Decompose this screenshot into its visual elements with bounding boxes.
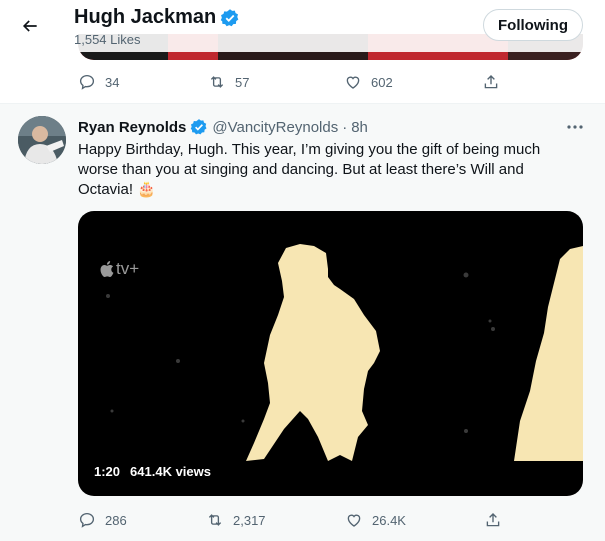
following-button[interactable]: Following <box>483 9 583 41</box>
appletv-watermark: tv+ <box>100 259 139 279</box>
share-icon <box>486 513 500 527</box>
tweet-time[interactable]: 8h <box>351 119 368 136</box>
back-button[interactable] <box>14 10 46 42</box>
verified-badge-icon <box>191 119 207 135</box>
video-duration: 1:20 <box>94 464 121 479</box>
author-name[interactable]: Ryan Reynolds <box>78 119 186 136</box>
retweet-button[interactable]: 57 <box>208 70 344 94</box>
retweet-icon <box>208 514 222 526</box>
video-player[interactable]: tv+ 1:20 641.4K views <box>78 211 583 496</box>
like-icon <box>347 514 361 527</box>
like-icon <box>346 76 360 89</box>
share-button[interactable] <box>482 70 500 94</box>
retweet-count: 2,317 <box>233 512 266 528</box>
more-icon <box>567 125 583 129</box>
like-button[interactable]: 602 <box>344 70 482 94</box>
avatar[interactable] <box>18 116 66 164</box>
more-button[interactable] <box>563 118 587 136</box>
profile-title: Hugh Jackman <box>74 6 240 29</box>
reply-icon <box>79 512 95 528</box>
share-button[interactable] <box>484 508 502 532</box>
tweet-text: Happy Birthday, Hugh. This year, I’m giv… <box>78 141 541 198</box>
dot-separator: · <box>342 118 348 136</box>
reply-button[interactable]: 34 <box>78 70 208 94</box>
author-handle[interactable]: @VancityReynolds <box>212 119 338 136</box>
like-button[interactable]: 26.4K <box>345 508 484 532</box>
reply-icon <box>79 74 95 90</box>
retweet-button[interactable]: 2,317 <box>206 508 345 532</box>
previous-tweet-actions: 34 57 602 <box>78 70 583 94</box>
profile-name: Hugh Jackman <box>74 6 217 28</box>
like-count: 602 <box>371 74 393 90</box>
retweet-count: 57 <box>235 74 250 90</box>
video-views: 641.4K views <box>130 464 211 479</box>
likes-count: 1,554 Likes <box>74 32 141 47</box>
share-icon <box>484 75 498 89</box>
reply-button[interactable]: 286 <box>78 508 206 532</box>
retweet-icon <box>210 76 224 88</box>
tweet-header: Ryan Reynolds @VancityReynolds · 8h <box>78 118 368 136</box>
reply-count: 34 <box>105 74 120 90</box>
like-count: 26.4K <box>372 512 406 528</box>
profile-header: Hugh Jackman 1,554 Likes Following <box>0 0 605 52</box>
apple-logo-icon <box>100 261 114 277</box>
avatar-image <box>18 116 66 164</box>
appletv-text: tv+ <box>116 259 140 278</box>
video-meta: 1:20 641.4K views <box>94 464 211 479</box>
reply-count: 286 <box>105 512 127 528</box>
verified-badge-icon <box>221 8 239 26</box>
back-arrow-icon <box>22 20 37 32</box>
tweet-actions: 286 2,317 26.4K <box>78 508 583 532</box>
video-frame <box>106 244 583 461</box>
